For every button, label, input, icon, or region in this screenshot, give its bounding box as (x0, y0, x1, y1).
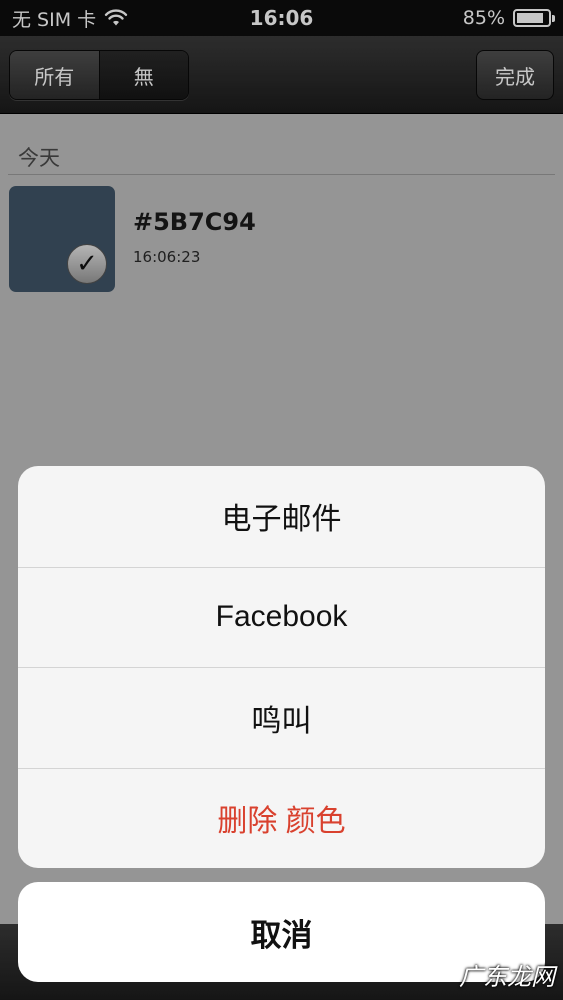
action-email[interactable]: 电子邮件 (18, 466, 545, 567)
share-action-sheet: 电子邮件 Facebook 鸣叫 删除 颜色 (18, 466, 545, 868)
watermark-logo: 广东龙网 (459, 963, 555, 991)
action-delete-color[interactable]: 删除 颜色 (18, 767, 545, 869)
action-tweet[interactable]: 鸣叫 (18, 667, 545, 768)
action-facebook[interactable]: Facebook (18, 566, 545, 668)
